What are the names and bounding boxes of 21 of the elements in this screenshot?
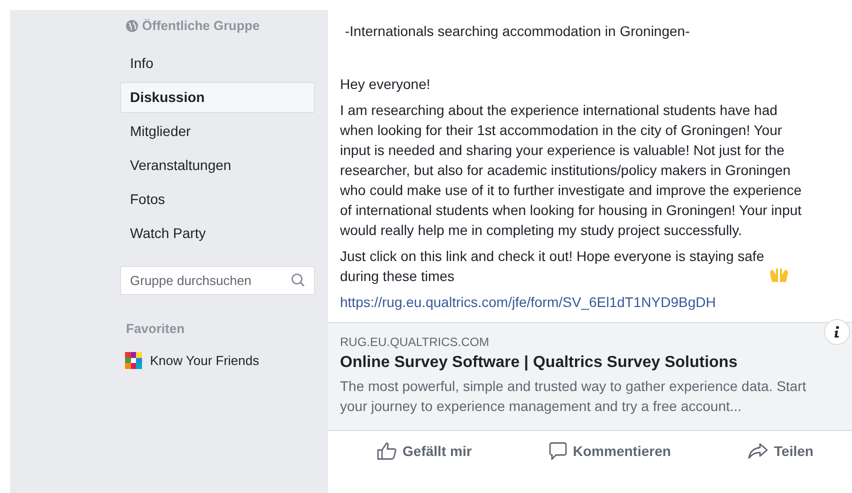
section-heading: Favoriten xyxy=(126,320,186,338)
sidebar-item[interactable]: Watch Party xyxy=(120,218,315,249)
post-title: -Internationals searching accommodation in Groningen- xyxy=(344,22,691,41)
search-field[interactable]: Gruppe durchsuchen xyxy=(120,266,315,295)
action-button[interactable]: Kommentieren xyxy=(548,440,671,462)
post-link[interactable]: https://rug.eu.qualtrics.com/jfe/form/SV_6El1dT1NYD9BgDH xyxy=(340,292,716,312)
action-button[interactable]: Gefällt mir xyxy=(376,440,472,462)
post-paragraph: I am researching about the experience international students have had when looking for their 1st accommodation in the city of Groningen! Your input is needed and sharing your experience is valuable! Not just for the researcher, but also for academic institutions/policy makers in Groningen who could make use of it to further investigate and improve the experience of international students when looking for housing in Groningen! Your input would really help me in completing my study project successfully. xyxy=(340,101,803,240)
sidebar-item[interactable]: Fotos xyxy=(120,184,315,215)
preview-description: The most powerful, simple and trusted way to gather experience data. Start your journey to experience management and try a free account... xyxy=(340,377,808,416)
sidebar-item[interactable]: Info xyxy=(120,48,315,79)
sidebar-item[interactable]: Mitglieder xyxy=(120,116,315,147)
privacy-label: Öffentliche Gruppe xyxy=(142,17,260,36)
preview-domain: RUG.EU.QUALTRICS.COM xyxy=(340,334,490,350)
action-button[interactable]: Teilen xyxy=(748,440,814,462)
favorite-link[interactable]: Know Your Friends xyxy=(150,350,260,370)
post-paragraph: Hey everyone! xyxy=(340,75,432,94)
post-paragraph: Just click on this link and check it out! Hope everyone is staying safe during these times xyxy=(340,247,766,286)
sidebar-item[interactable]: Veranstaltungen xyxy=(120,150,315,181)
preview-title: Online Survey Software | Qualtrics Survey Solutions xyxy=(340,353,738,373)
sidebar-item[interactable]: Diskussion xyxy=(120,82,315,113)
